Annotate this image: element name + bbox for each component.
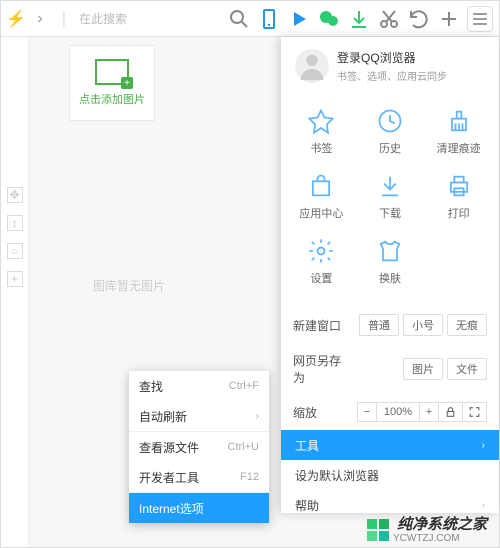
menu-help-label: 帮助 <box>295 497 319 514</box>
tab-incognito[interactable]: 无痕 <box>447 314 487 336</box>
tab-small[interactable]: 小号 <box>403 314 443 336</box>
search-icon[interactable] <box>227 7 251 31</box>
context-find-label: 查找 <box>139 378 163 395</box>
zoom-out-button[interactable]: − <box>357 402 377 422</box>
menu-print-label: 打印 <box>448 205 470 221</box>
chevron-right-icon[interactable]: › <box>31 10 49 28</box>
fullscreen-button[interactable] <box>462 402 487 422</box>
login-title[interactable]: 登录QQ浏览器 <box>337 49 447 66</box>
arrow-icon[interactable]: ↕ <box>7 215 23 231</box>
menu-tools-label: 工具 <box>295 437 319 454</box>
cut-icon[interactable] <box>377 7 401 31</box>
menu-bookmarks[interactable]: 书签 <box>287 99 356 164</box>
chevron-right-icon: › <box>256 411 259 422</box>
main-menu-panel: 登录QQ浏览器 书签、选项、应用云同步 书签 历史 清理痕迹 应用中心 下载 打… <box>281 37 499 513</box>
zoom-value: 100% <box>376 402 420 422</box>
menu-history-label: 历史 <box>379 140 401 156</box>
chevron-right-icon: › <box>482 440 485 451</box>
menu-set-default-label: 设为默认浏览器 <box>295 467 379 484</box>
context-dev-tools[interactable]: 开发者工具 F12 <box>129 462 269 492</box>
watermark: 纯净系统之家 YCWTZJ.COM <box>1 513 499 547</box>
move-icon[interactable]: ✥ <box>7 187 23 203</box>
context-dev-tools-shortcut: F12 <box>240 471 259 483</box>
menu-download-label: 下载 <box>379 205 401 221</box>
new-window-label: 新建窗口 <box>293 317 349 334</box>
menu-print[interactable]: 打印 <box>424 164 493 229</box>
context-auto-refresh[interactable]: 自动刷新 › <box>129 401 269 431</box>
wechat-icon[interactable] <box>317 7 341 31</box>
broom-icon <box>445 107 473 135</box>
context-find[interactable]: 查找 Ctrl+F <box>129 371 269 401</box>
save-file-button[interactable]: 文件 <box>447 358 487 380</box>
circle-icon[interactable]: ○ <box>7 243 23 259</box>
add-image-card[interactable]: 点击添加图片 <box>69 45 155 121</box>
star-icon <box>307 107 335 135</box>
watermark-url: YCWTZJ.COM <box>393 534 487 544</box>
menu-history[interactable]: 历史 <box>356 99 425 164</box>
bag-icon <box>307 172 335 200</box>
menu-skin[interactable]: 换肤 <box>356 229 425 294</box>
zoom-label: 缩放 <box>293 404 349 421</box>
flash-icon: ⚡ <box>7 10 25 28</box>
context-dev-tools-label: 开发者工具 <box>139 469 199 486</box>
login-subtitle: 书签、选项、应用云同步 <box>337 68 447 83</box>
undo-icon[interactable] <box>407 7 431 31</box>
context-auto-refresh-label: 自动刷新 <box>139 408 187 425</box>
menu-bookmarks-label: 书签 <box>310 140 332 156</box>
watermark-logo-icon <box>367 519 389 541</box>
zoom-lock-button[interactable] <box>438 402 463 422</box>
save-as-label: 网页另存为 <box>293 352 349 386</box>
add-image-label: 点击添加图片 <box>79 91 145 107</box>
search-input[interactable]: 在此搜索 <box>79 10 221 27</box>
separator: | <box>55 10 73 28</box>
menu-clear[interactable]: 清理痕迹 <box>424 99 493 164</box>
chevron-right-icon: › <box>482 500 485 511</box>
shirt-icon <box>376 237 404 265</box>
gear-icon <box>307 237 335 265</box>
menu-app-center-label: 应用中心 <box>299 205 343 221</box>
tools-submenu: 查找 Ctrl+F 自动刷新 › 查看源文件 Ctrl+U 开发者工具 F12 … <box>129 371 269 523</box>
avatar-icon[interactable] <box>295 49 329 83</box>
context-find-shortcut: Ctrl+F <box>229 380 259 392</box>
play-icon[interactable] <box>287 7 311 31</box>
menu-skin-label: 换肤 <box>379 270 401 286</box>
image-plus-icon <box>95 59 129 85</box>
menu-clear-label: 清理痕迹 <box>437 140 481 156</box>
save-image-button[interactable]: 图片 <box>403 358 443 380</box>
gallery-empty-text: 图库暂无图片 <box>93 277 165 294</box>
menu-tools[interactable]: 工具 › <box>281 430 499 460</box>
menu-settings[interactable]: 设置 <box>287 229 356 294</box>
menu-set-default[interactable]: 设为默认浏览器 <box>281 460 499 490</box>
tab-normal[interactable]: 普通 <box>359 314 399 336</box>
add-icon[interactable]: + <box>7 271 23 287</box>
context-view-source-label: 查看源文件 <box>139 439 199 456</box>
download-icon <box>376 172 404 200</box>
menu-app-center[interactable]: 应用中心 <box>287 164 356 229</box>
menu-settings-label: 设置 <box>310 270 332 286</box>
plus-icon[interactable] <box>437 7 461 31</box>
menu-button[interactable] <box>467 6 493 32</box>
context-view-source[interactable]: 查看源文件 Ctrl+U <box>129 432 269 462</box>
menu-download[interactable]: 下载 <box>356 164 425 229</box>
printer-icon <box>445 172 473 200</box>
zoom-in-button[interactable]: + <box>419 402 439 422</box>
context-view-source-shortcut: Ctrl+U <box>228 441 259 453</box>
clock-icon <box>376 107 404 135</box>
watermark-brand: 纯净系统之家 <box>397 517 487 532</box>
phone-icon[interactable] <box>257 7 281 31</box>
download-icon[interactable] <box>347 7 371 31</box>
